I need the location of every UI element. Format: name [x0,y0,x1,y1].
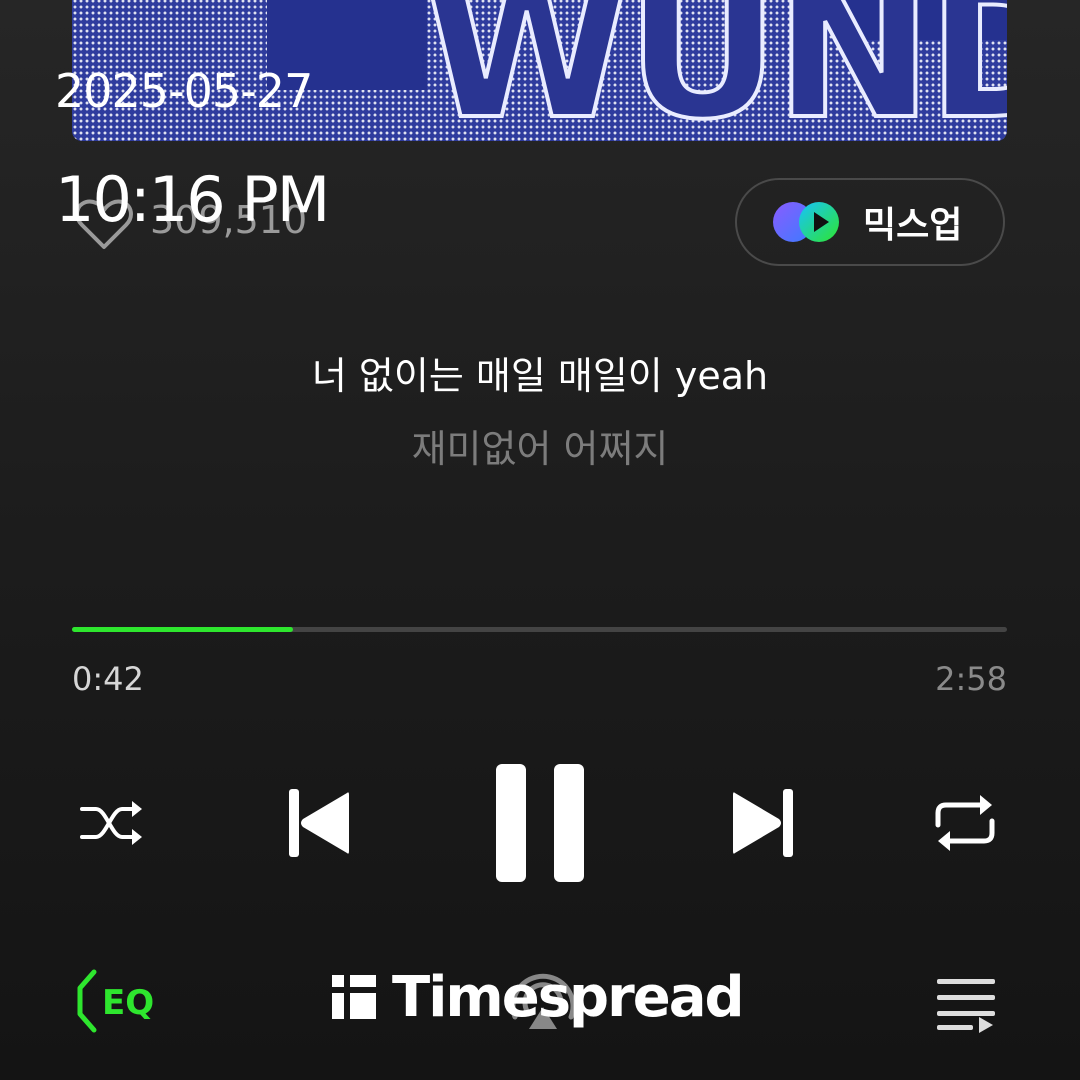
eq-speaker-icon: EQ [77,969,154,1033]
shuffle-button[interactable] [72,788,152,858]
repeat-icon [935,795,995,851]
timespread-logo-icon [332,975,376,1019]
pause-button[interactable] [490,760,590,886]
progress-fill[interactable] [72,627,293,632]
lyric-current-line[interactable]: 너 없이는 매일 매일이 yeah [0,345,1080,400]
album-art-lettering: WUND [420,0,1007,141]
previous-button[interactable] [282,786,354,860]
eq-button[interactable]: EQ [72,966,162,1036]
watermark-text: Timespread [392,964,745,1030]
mixup-label: 믹스업 [863,205,963,246]
repeat-button[interactable] [928,790,1002,856]
pause-icon [496,764,584,882]
skip-previous-icon [289,789,349,857]
overlay-time: 10:16 PM [55,163,330,236]
next-button[interactable] [728,786,800,860]
lyric-next-line[interactable]: 재미없어 어쩌지 [0,418,1080,473]
mixup-button[interactable]: 믹스업 [735,178,1005,266]
total-time: 2:58 [935,660,1007,698]
watermark: Timespread [330,964,745,1030]
overlay-date: 2025-05-27 [55,64,313,118]
skip-next-icon [733,789,793,857]
playlist-button[interactable] [935,975,999,1033]
playlist-icon [937,979,995,1033]
mixup-logo-icon [773,202,839,242]
shuffle-icon [80,801,142,845]
elapsed-time: 0:42 [72,660,144,698]
eq-label: EQ [102,983,154,1023]
